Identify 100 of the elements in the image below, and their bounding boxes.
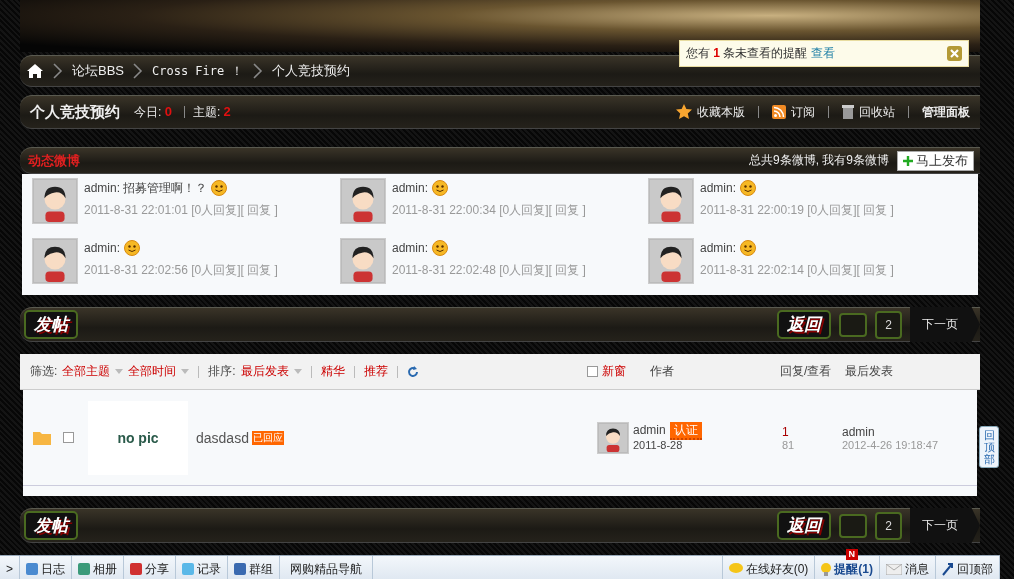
- post-date: 2011-8-28: [633, 438, 684, 451]
- checkbox[interactable]: [587, 366, 598, 377]
- folder-icon: [33, 430, 51, 445]
- weibo-time: 2011-8-31 22:00:19: [700, 203, 804, 217]
- weibo-time: 2011-8-31 22:02:56: [84, 263, 188, 277]
- column-header: 作者: [650, 363, 675, 380]
- weibo-message: admin: 招募管理啊！？: [84, 179, 208, 197]
- back-button[interactable]: 返回: [777, 511, 832, 540]
- avatar-icon: [648, 178, 694, 224]
- time-filter[interactable]: 全部时间: [128, 363, 177, 380]
- caret-icon: [115, 369, 124, 374]
- column-header: 回复/查看: [780, 363, 833, 380]
- avatar-icon: [648, 238, 694, 284]
- caret-icon: [293, 369, 302, 374]
- reply-count: 1: [782, 424, 790, 439]
- replied-tag: 已回应: [251, 430, 284, 445]
- star-icon: [676, 104, 692, 120]
- page-button[interactable]: 2: [875, 511, 902, 540]
- forum-action-link[interactable]: 回收站: [859, 103, 895, 121]
- avatar-icon: [597, 421, 629, 454]
- topic-filter[interactable]: 全部主题: [62, 363, 111, 380]
- admin-panel-link[interactable]: 管理面板: [922, 103, 970, 121]
- emoticon-icon: [740, 180, 757, 196]
- recommend-link[interactable]: 推荐: [363, 363, 388, 380]
- envelope-icon: [886, 563, 902, 575]
- weibo-time: 2011-8-31 22:02:48: [392, 263, 496, 277]
- forum-action-link[interactable]: 收藏本版: [697, 103, 745, 121]
- verified-badge: 认证: [669, 421, 702, 440]
- weibo-message: admin:: [392, 181, 429, 195]
- avatar-icon: [32, 178, 78, 224]
- new-window-label: 新窗: [602, 363, 626, 380]
- breadcrumb-link[interactable]: 个人竞技预约: [271, 62, 350, 80]
- expand-button[interactable]: >: [0, 556, 20, 579]
- view-count: 81: [782, 438, 796, 451]
- breadcrumb-link[interactable]: Cross Fire ！: [152, 62, 244, 80]
- view-link[interactable]: 查看: [811, 45, 836, 62]
- forum-title: 个人竞技预约: [30, 102, 120, 122]
- trash-icon: [842, 105, 854, 119]
- rss-icon: [772, 105, 786, 119]
- emoticon-icon: [740, 240, 757, 256]
- thread-title[interactable]: dasdasd: [196, 429, 249, 446]
- filter-label: 筛选:: [30, 363, 58, 380]
- today-count: 今日: 0: [134, 103, 172, 121]
- thumbnail-text: no pic: [117, 429, 159, 446]
- emoticon-icon: [432, 240, 449, 256]
- toolbar-item-icon: [182, 563, 194, 575]
- author-name[interactable]: admin: [633, 422, 666, 437]
- weibo-time: 2011-8-31 22:00:34: [392, 203, 496, 217]
- online-friends-button[interactable]: 在线好友(0): [721, 556, 816, 579]
- weibo-message: admin:: [700, 241, 737, 255]
- shopping-nav-link[interactable]: 网购精品导航: [280, 556, 373, 579]
- home-icon[interactable]: [26, 63, 44, 79]
- lightbulb-icon: [821, 562, 832, 576]
- avatar-icon: [340, 238, 386, 284]
- breadcrumb-link[interactable]: 论坛BBS: [72, 62, 124, 80]
- sort-filter[interactable]: 最后发表: [240, 363, 289, 380]
- toolbar-item-icon: [26, 563, 38, 575]
- forum-action-link[interactable]: 订阅: [791, 103, 815, 121]
- toolbar-button[interactable]: 日志: [20, 556, 72, 579]
- chat-bubble-icon: [728, 563, 743, 575]
- current-page-button[interactable]: [839, 312, 868, 337]
- next-page-button[interactable]: 下一页: [910, 508, 980, 543]
- weibo-message: admin:: [84, 241, 121, 255]
- back-button[interactable]: 返回: [777, 310, 832, 339]
- weibo-message: admin:: [700, 181, 737, 195]
- toolbar-button[interactable]: 记录: [176, 556, 228, 579]
- notice-text: 您有 1 条未查看的提醒: [686, 45, 808, 62]
- toolbar-item-icon: [78, 563, 90, 575]
- toolbar-item-icon: [234, 563, 246, 575]
- post-now-button[interactable]: 马上发布: [897, 150, 974, 171]
- current-page-button[interactable]: [839, 513, 868, 538]
- chevron-icon: [132, 62, 144, 80]
- toolbar-item-icon: [130, 563, 142, 575]
- back-to-top-link[interactable]: 回顶部: [936, 556, 1000, 579]
- weibo-title: 动态微博: [28, 151, 80, 170]
- digest-link[interactable]: 精华: [320, 363, 345, 380]
- page-button[interactable]: 2: [875, 310, 902, 339]
- emoticon-icon: [432, 180, 449, 196]
- new-thread-button[interactable]: 发帖: [24, 511, 78, 540]
- checkbox[interactable]: [63, 432, 74, 443]
- messages-button[interactable]: 消息: [880, 556, 936, 579]
- refresh-icon[interactable]: [406, 365, 419, 378]
- close-icon[interactable]: [947, 46, 962, 61]
- avatar-icon: [340, 178, 386, 224]
- toolbar-button[interactable]: 相册: [72, 556, 124, 579]
- new-thread-button[interactable]: 发帖: [24, 310, 78, 339]
- column-header: 最后发表: [845, 363, 894, 380]
- next-page-button[interactable]: 下一页: [910, 307, 980, 342]
- last-poster[interactable]: admin: [842, 424, 967, 439]
- thumbnail-image[interactable]: no pic: [88, 400, 188, 475]
- weibo-time: 2011-8-31 22:02:14: [700, 263, 804, 277]
- toolbar-button[interactable]: 分享: [124, 556, 176, 579]
- weibo-message: admin:: [392, 241, 429, 255]
- arrow-icon: [942, 562, 954, 576]
- toolbar-button[interactable]: 群组: [228, 556, 280, 579]
- avatar-icon: [32, 238, 78, 284]
- chevron-icon: [251, 62, 264, 80]
- thread-count: 主题: 2: [192, 103, 231, 121]
- plus-icon: [903, 155, 913, 166]
- weibo-summary: 总共9条微博, 我有9条微博: [749, 152, 889, 169]
